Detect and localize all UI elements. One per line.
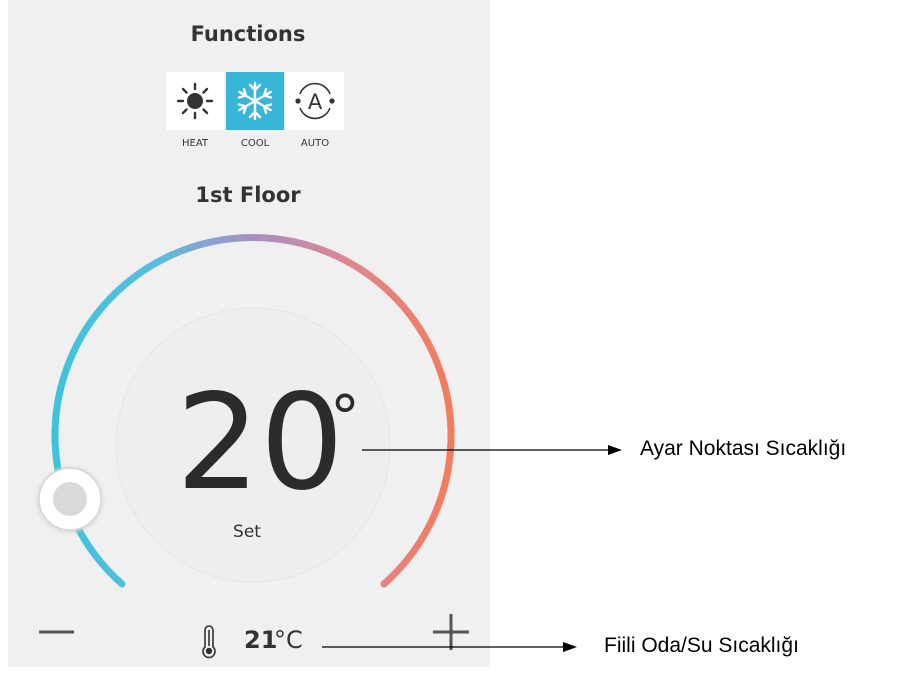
setpoint-degree: ° (330, 383, 360, 453)
set-label: Set (233, 522, 261, 542)
setpoint-annotation: Ayar Noktası Sıcaklığı (640, 437, 847, 460)
actual-annotation: Fiili Oda/Su Sıcaklığı (604, 634, 799, 657)
thermometer-icon (202, 625, 216, 659)
dial-knob[interactable] (37, 467, 103, 533)
temperature-dial (37, 234, 622, 659)
plus-icon[interactable] (433, 614, 469, 650)
actual-temperature-value: 21 (244, 626, 278, 654)
actual-temperature-unit: °C (274, 626, 303, 654)
setpoint-arrow (362, 445, 622, 455)
